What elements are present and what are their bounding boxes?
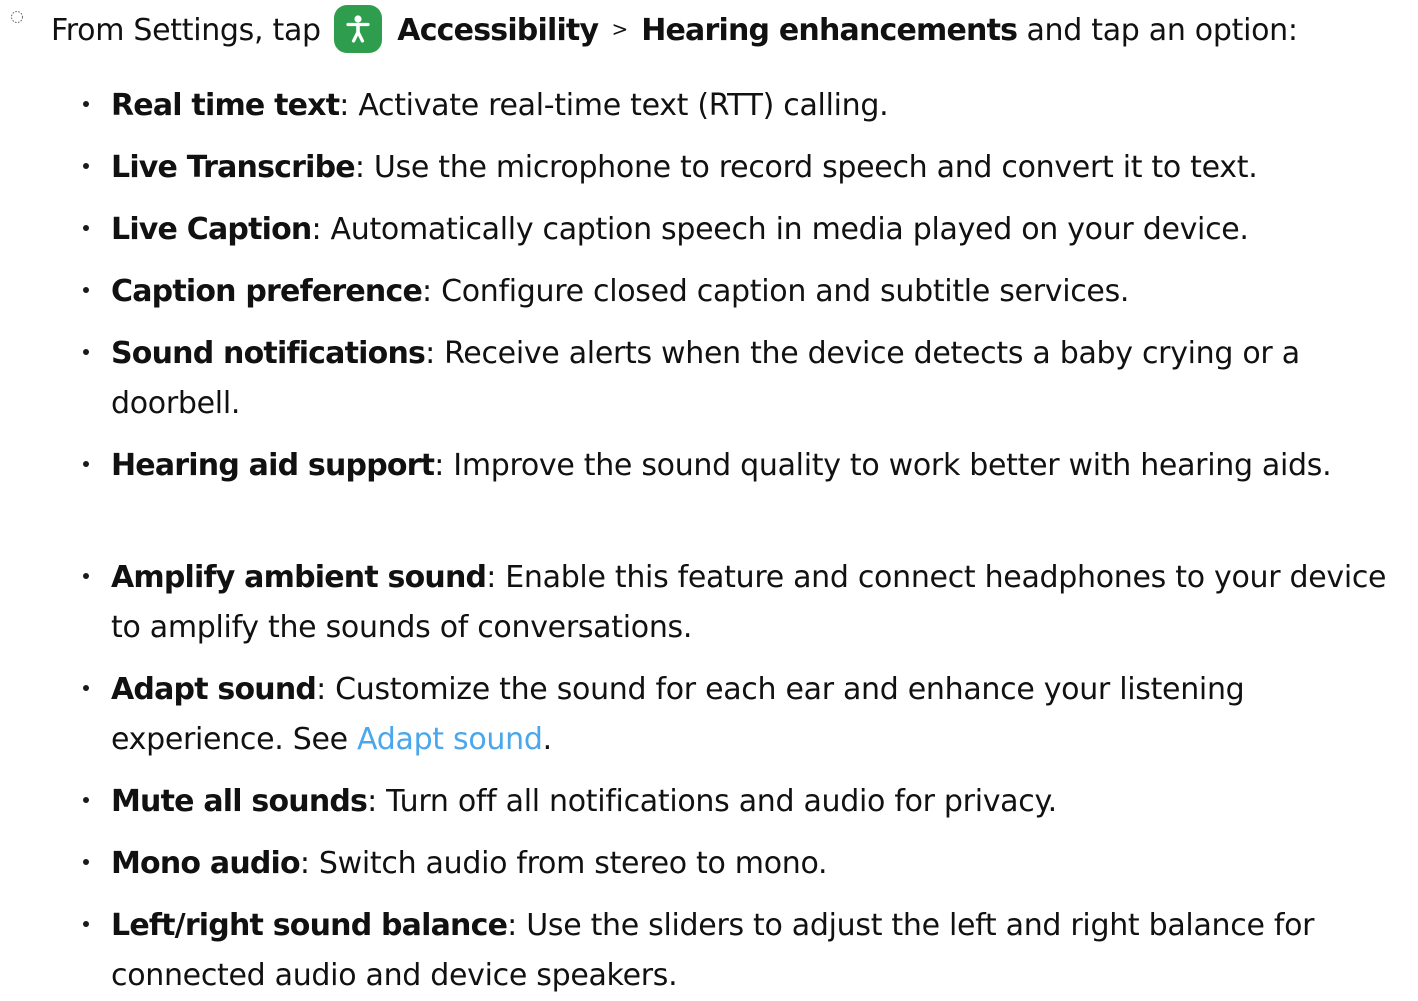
- option-left-right-sound-balance: Left/right sound balance: Use the slider…: [83, 901, 1406, 1001]
- option-amplify-ambient-sound: Amplify ambient sound: Enable this featu…: [83, 553, 1406, 653]
- option-description: Activate real-time text (RTT) calling.: [349, 88, 889, 123]
- bullet: [83, 287, 89, 293]
- option-real-time-text: Real time text: Activate real-time text …: [83, 81, 1406, 131]
- option-trailing-period: .: [542, 722, 553, 757]
- option-mute-all-sounds: Mute all sounds: Turn off all notificati…: [83, 777, 1406, 827]
- step-text: From Settings, tap Accessibility > Heari…: [51, 5, 1298, 53]
- option-colon: :: [425, 336, 435, 371]
- option-colon: :: [486, 560, 496, 595]
- breadcrumb-separator: >: [611, 17, 628, 41]
- intro-suffix: and tap an option:: [1026, 13, 1298, 48]
- hearing-enhancements-label: Hearing enhancements: [641, 13, 1018, 48]
- option-term: Mono audio: [111, 846, 301, 881]
- bullet: [83, 163, 89, 169]
- option-colon: :: [434, 448, 445, 483]
- option-live-caption: Live Caption: Automatically caption spee…: [83, 205, 1406, 255]
- option-colon: :: [422, 274, 432, 309]
- option-colon: :: [311, 212, 322, 247]
- option-description: Use the microphone to record speech and …: [364, 150, 1258, 185]
- step-instruction: From Settings, tap Accessibility > Heari…: [0, 0, 1418, 56]
- bullet: [83, 225, 89, 231]
- option-description: Switch audio from stereo to mono.: [309, 846, 828, 881]
- option-term: Mute all sounds: [111, 784, 368, 819]
- option-term: Live Transcribe: [111, 150, 356, 185]
- option-term: Amplify ambient sound: [111, 560, 487, 595]
- option-sound-notifications: Sound notifications: Receive alerts when…: [83, 329, 1406, 429]
- option-term: Left/right sound balance: [111, 908, 508, 943]
- bullet: [83, 859, 89, 865]
- option-hearing-aid-support: Hearing aid support: Improve the sound q…: [83, 441, 1406, 491]
- option-colon: :: [367, 784, 377, 819]
- bullet: [83, 573, 89, 579]
- option-term: Sound notifications: [111, 336, 426, 371]
- bullet: [83, 797, 89, 803]
- bullet: [83, 685, 89, 691]
- bullet: [83, 461, 89, 467]
- bullet: [83, 101, 89, 107]
- adapt-sound-link[interactable]: Adapt sound: [357, 722, 543, 757]
- option-colon: :: [316, 672, 326, 707]
- option-description: Improve the sound quality to work better…: [444, 448, 1332, 483]
- bullet: [83, 349, 89, 355]
- option-description: Configure closed caption and subtitle se…: [431, 274, 1130, 309]
- option-term: Live Caption: [111, 212, 312, 247]
- step-marker-icon: [11, 11, 23, 23]
- option-colon: :: [507, 908, 517, 943]
- option-colon: :: [354, 150, 365, 185]
- intro-prefix: From Settings, tap: [51, 13, 321, 48]
- accessibility-icon: [334, 5, 383, 53]
- option-colon: :: [339, 88, 350, 123]
- option-caption-preference: Caption preference: Configure closed cap…: [83, 267, 1406, 317]
- option-adapt-sound: Adapt sound: Customize the sound for eac…: [83, 665, 1406, 765]
- option-term: Hearing aid support: [111, 448, 435, 483]
- bullet: [83, 921, 89, 927]
- option-term: Adapt sound: [111, 672, 317, 707]
- option-description: Automatically caption speech in media pl…: [321, 212, 1249, 247]
- option-term: Caption preference: [111, 274, 423, 309]
- option-live-transcribe: Live Transcribe: Use the microphone to r…: [83, 143, 1406, 193]
- option-mono-audio: Mono audio: Switch audio from stereo to …: [83, 839, 1406, 889]
- option-description: Turn off all notifications and audio for…: [376, 784, 1057, 819]
- option-term: Real time text: [111, 88, 340, 123]
- accessibility-menu-label: Accessibility: [397, 13, 599, 48]
- option-colon: :: [299, 846, 310, 881]
